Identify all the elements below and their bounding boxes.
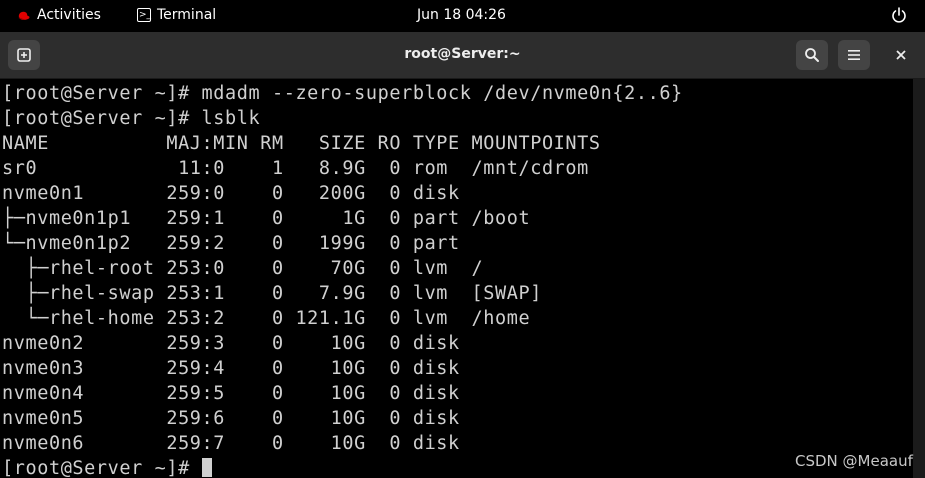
terminal-line: sr0 11:0 1 8.9G 0 rom /mnt/cdrom — [2, 158, 589, 179]
window-header: root@Server:~ — [0, 32, 925, 79]
close-icon — [896, 50, 906, 60]
search-icon — [805, 48, 819, 62]
terminal-icon: >_ — [137, 8, 152, 22]
gnome-top-bar: Activities >_ Terminal Jun 18 04:26 — [0, 0, 925, 32]
terminal-line: nvme0n4 259:5 0 10G 0 disk — [2, 383, 472, 404]
hamburger-menu-icon — [848, 50, 860, 60]
terminal-prompt-line: [root@Server ~]# — [2, 456, 212, 478]
terminal-line: NAME MAJ:MIN RM SIZE RO TYPE MOUNTPOINTS — [2, 133, 601, 154]
terminal-line: [root@Server ~]# mdadm --zero-superblock… — [2, 83, 683, 104]
close-button[interactable] — [885, 40, 917, 70]
terminal-output[interactable]: [root@Server ~]# mdadm --zero-superblock… — [0, 79, 913, 478]
redhat-icon — [17, 11, 30, 20]
app-menu-terminal[interactable]: >_ Terminal — [137, 7, 216, 23]
terminal-line: nvme0n3 259:4 0 10G 0 disk — [2, 358, 472, 379]
terminal-prompt: [root@Server ~]# — [2, 458, 202, 478]
terminal-line: ├─rhel-root 253:0 0 70G 0 lvm / — [2, 258, 484, 279]
terminal-scrollbar[interactable] — [913, 79, 925, 478]
app-menu-label: Terminal — [157, 7, 217, 23]
terminal-line: └─rhel-home 253:2 0 121.1G 0 lvm /home — [2, 308, 531, 329]
clock[interactable]: Jun 18 04:26 — [417, 7, 506, 23]
terminal-line: nvme0n2 259:3 0 10G 0 disk — [2, 333, 472, 354]
terminal-line: [root@Server ~]# lsblk — [2, 108, 261, 129]
terminal-line: nvme0n6 259:7 0 10G 0 disk — [2, 433, 472, 454]
activities-button[interactable]: Activities — [16, 7, 101, 23]
power-icon[interactable] — [890, 6, 908, 24]
terminal-line: ├─nvme0n1p1 259:1 0 1G 0 part /boot — [2, 208, 531, 229]
search-button[interactable] — [796, 40, 828, 70]
terminal-line: └─nvme0n1p2 259:2 0 199G 0 part — [2, 233, 472, 254]
terminal-line: ├─rhel-swap 253:1 0 7.9G 0 lvm [SWAP] — [2, 283, 542, 304]
terminal-line: nvme0n5 259:6 0 10G 0 disk — [2, 408, 472, 429]
terminal-line: nvme0n1 259:0 0 200G 0 disk — [2, 183, 472, 204]
watermark: CSDN @Meaauf — [795, 452, 913, 470]
window-title: root@Server:~ — [404, 46, 521, 62]
text-cursor — [201, 458, 212, 477]
menu-button[interactable] — [838, 40, 870, 70]
activities-label: Activities — [37, 7, 101, 23]
